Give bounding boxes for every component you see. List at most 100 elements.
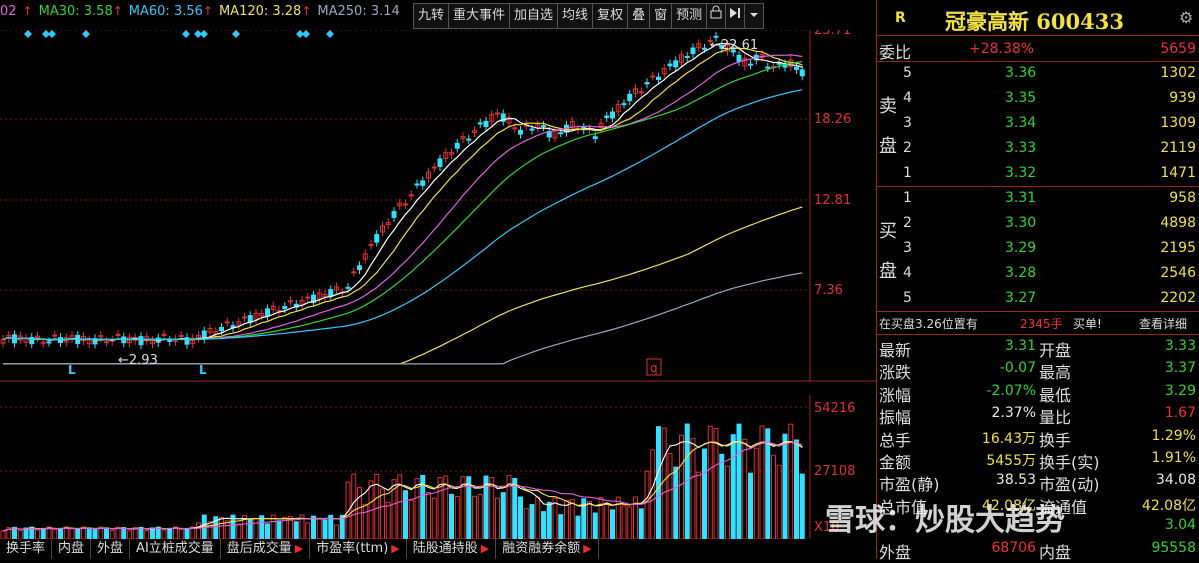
- signal-diamond-icon: [82, 30, 90, 38]
- level-price: 3.33: [1005, 140, 1037, 156]
- tab-arrow-icon: ▶: [294, 542, 304, 555]
- indicator-tab-label: 市盈率(ttm): [316, 541, 389, 556]
- candle: [794, 66, 799, 70]
- level-number: 4: [903, 90, 912, 106]
- volume-bar: [776, 464, 782, 539]
- indicator-tab[interactable]: 外盘: [91, 539, 131, 559]
- stat-value: 42.08亿: [1141, 497, 1196, 514]
- volume-bar: [782, 433, 788, 539]
- volume-bar: [523, 508, 529, 539]
- indicator-tab-label: AI立桩成交量: [136, 541, 214, 556]
- level-price: 3.34: [1005, 115, 1037, 131]
- volume-bar: [161, 529, 167, 539]
- indicator-tab[interactable]: 内盘: [52, 539, 92, 559]
- q-marker: q: [650, 361, 658, 375]
- buy-level-row[interactable]: 5 3.27 2202: [877, 286, 1199, 311]
- level-number: 5: [903, 65, 912, 81]
- indicator-tab[interactable]: 换手率: [0, 539, 53, 559]
- lock-icon[interactable]: [706, 3, 726, 29]
- buy-level-row[interactable]: 1 3.31 958: [877, 186, 1199, 211]
- toolbar-forecast-button[interactable]: 预测: [671, 3, 707, 29]
- level-volume: 2195: [1160, 240, 1196, 256]
- sell-label-1: 卖: [879, 96, 897, 117]
- signal-diamond-icon: [48, 30, 56, 38]
- indicator-tab[interactable]: 融资融券余额 ▶: [496, 539, 599, 559]
- volume-ma10-line: [2, 441, 803, 532]
- signal-diamond-icon: [232, 30, 240, 38]
- stat-value: 2.37%: [991, 405, 1036, 422]
- volume-bar: [799, 473, 805, 539]
- chevron-down-icon[interactable]: [744, 3, 765, 29]
- indicator-tab[interactable]: 陆股通持股 ▶: [407, 539, 497, 559]
- toolbar-add-watchlist-button[interactable]: 加自选: [509, 3, 558, 29]
- candle: [437, 158, 443, 167]
- level-volume: 939: [1169, 90, 1196, 106]
- volume-bar: [558, 514, 564, 539]
- volume-chart[interactable]: 5421627108X10: [0, 395, 876, 539]
- level-volume: 1302: [1160, 65, 1196, 81]
- sell-level-row[interactable]: 5 3.36 1302: [877, 61, 1199, 86]
- volume-bar: [702, 448, 707, 539]
- ma5-line: [2, 42, 803, 341]
- candle: [305, 296, 311, 299]
- up-arrow-icon: ↑: [22, 4, 33, 18]
- volume-bar: [52, 528, 58, 539]
- volume-bar: [644, 470, 650, 539]
- low-price-annotation: ←2.93: [118, 353, 158, 368]
- level-volume: 4898: [1160, 215, 1196, 231]
- volume-bar: [144, 529, 150, 539]
- indicator-tabs: 换手率 内盘 外盘 AI立桩成交量 盘后成交量 ▶ 市盈率(ttm) ▶ 陆股通持股 ▶ 融资融券余…: [0, 539, 599, 559]
- volume-bar: [0, 530, 6, 539]
- toolbar-jiuzhuan-button[interactable]: 九转: [413, 3, 449, 29]
- signal-diamond-icon: [182, 30, 190, 38]
- level-price: 3.32: [1005, 165, 1037, 181]
- stat-row: 涨跌 -0.07 最高 3.37: [877, 357, 1199, 382]
- volume-bar: [316, 517, 322, 539]
- level-volume: 958: [1169, 190, 1196, 206]
- step-forward-icon[interactable]: [725, 3, 745, 29]
- indicator-tab[interactable]: 市盈率(ttm) ▶: [310, 539, 407, 559]
- price-chart[interactable]: 23.71 18.26 12.81 7.36 ←22.61 ←2.93 L Lq: [0, 30, 876, 382]
- toolbar-overlay-button[interactable]: 叠: [627, 3, 650, 29]
- volume-bar: [610, 509, 615, 539]
- sell-level-row[interactable]: 1 3.32 1471: [877, 161, 1199, 186]
- candle: [610, 111, 615, 119]
- candle: [748, 63, 753, 66]
- volume-bar: [253, 518, 259, 539]
- sell-level-row[interactable]: 4 3.35 939: [877, 86, 1199, 111]
- toolbar-window-button[interactable]: 窗: [649, 3, 672, 29]
- volume-bar: [35, 529, 40, 539]
- indicator-tab[interactable]: AI立桩成交量: [130, 539, 221, 559]
- volume-bar: [224, 520, 230, 539]
- volume-bar: [426, 492, 431, 539]
- buy-level-row[interactable]: 4 3.28 2546: [877, 261, 1199, 286]
- volume-bar: [311, 515, 316, 539]
- sell-level-row[interactable]: 2 3.33 2119: [877, 136, 1199, 161]
- candle: [690, 47, 696, 55]
- volume-bar: [40, 527, 46, 539]
- sell-level-row[interactable]: 3 3.34 1309: [877, 111, 1199, 136]
- toolbar-adjust-button[interactable]: 复权: [592, 3, 628, 29]
- indicator-tab-label: 盘后成交量: [226, 541, 292, 556]
- candle: [592, 136, 598, 140]
- view-detail-link[interactable]: 查看详细: [1139, 315, 1187, 332]
- buy-level-row[interactable]: 3 3.29 2195: [877, 236, 1199, 261]
- candle: [736, 54, 742, 62]
- gear-icon[interactable]: ⚙: [1179, 8, 1193, 27]
- volume-bar: [403, 490, 408, 539]
- price-axis-label: 12.81: [814, 193, 851, 208]
- up-arrow-icon: ↑: [301, 4, 312, 18]
- candle: [104, 341, 109, 344]
- toolbar-major-events-button[interactable]: 重大事件: [448, 3, 510, 29]
- toolbar-ma-button[interactable]: 均线: [557, 3, 593, 29]
- candle: [656, 76, 661, 81]
- level-number: 4: [903, 265, 912, 281]
- buy-label-2: 盘: [879, 261, 897, 282]
- buy-level-row[interactable]: 2 3.30 4898: [877, 211, 1199, 236]
- candle: [454, 142, 460, 149]
- candle: [541, 125, 546, 128]
- volume-bar: [236, 523, 242, 539]
- level-price: 3.31: [1005, 190, 1037, 206]
- indicator-tab[interactable]: 盘后成交量 ▶: [221, 539, 311, 559]
- level-volume: 2119: [1160, 140, 1196, 156]
